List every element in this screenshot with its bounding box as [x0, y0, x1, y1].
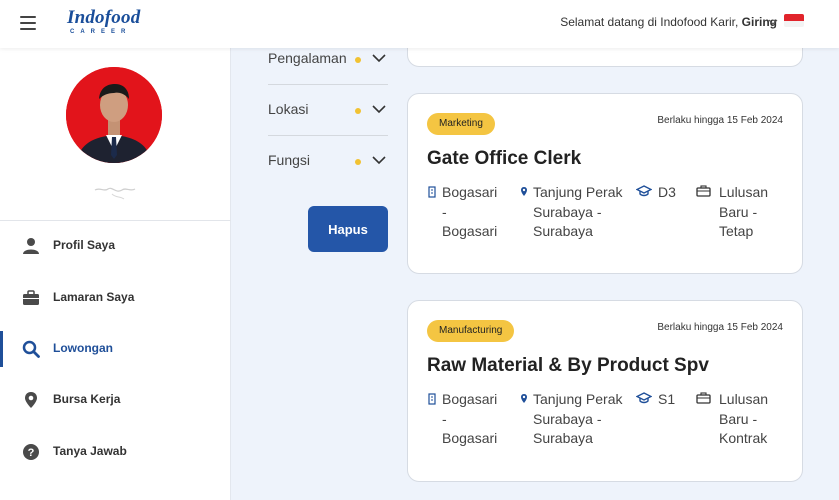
sidebar-item-label: Lowongan [53, 341, 113, 355]
chevron-down-icon [372, 156, 386, 165]
username-signature-image [94, 187, 136, 200]
filter-label: Fungsi [268, 152, 311, 168]
employment-type-line: Baru - [719, 410, 758, 427]
company-line: Bogasari [442, 184, 498, 200]
company-line: Bogasari [442, 430, 498, 446]
logo-sub-text: CAREER [70, 29, 132, 35]
location-pin-icon [521, 394, 527, 403]
sidebar-item-tanya-jawab[interactable]: ? Tanya Jawab [0, 432, 231, 472]
company-line: - [442, 410, 447, 427]
chevron-down-icon [372, 54, 386, 63]
company-line: Bogasari [442, 391, 498, 407]
welcome-message: Selamat datang di Indofood Karir, Giring [560, 15, 777, 29]
employment-type-line: Baru - [719, 203, 758, 220]
briefcase-icon [696, 185, 711, 197]
top-navbar: Indofood CAREER Selamat datang di Indofo… [0, 0, 839, 48]
sidebar-item-lamaran-saya[interactable]: Lamaran Saya [0, 278, 231, 318]
chevron-down-icon [372, 105, 386, 114]
deadline-text: Berlaku hingga 15 Feb 2024 [657, 322, 783, 333]
briefcase-icon [696, 392, 711, 404]
svg-text:?: ? [28, 447, 35, 459]
job-card[interactable]: Manufacturing Berlaku hingga 15 Feb 2024… [407, 300, 803, 482]
employment-type-line: Tetap [719, 223, 754, 239]
sidebar-divider [0, 220, 231, 221]
job-card[interactable]: Marketing Berlaku hingga 15 Feb 2024 Gat… [407, 93, 803, 274]
filter-indicator-dot [355, 159, 361, 165]
filter-label: Lokasi [268, 101, 309, 117]
location-pin-icon [25, 392, 37, 408]
building-icon [428, 393, 436, 405]
location-line: Tanjung Perak [533, 391, 623, 407]
question-icon: ? [23, 444, 39, 460]
company-line: - [442, 203, 447, 220]
location-line: Surabaya [533, 430, 593, 446]
filter-fungsi[interactable]: Fungsi [268, 137, 388, 187]
user-menu-chevron-down-icon[interactable] [768, 17, 778, 27]
category-badge: Marketing [427, 113, 495, 135]
employment-type-line: Kontrak [719, 430, 768, 446]
sidebar-item-profil-saya[interactable]: Profil Saya [0, 226, 231, 266]
graduation-cap-icon [636, 392, 652, 404]
filter-indicator-dot [355, 57, 361, 63]
education-text: S1 [658, 391, 676, 407]
hamburger-menu-icon[interactable] [20, 16, 36, 30]
sidebar-item-label: Lamaran Saya [53, 290, 135, 304]
indofood-career-logo[interactable]: Indofood CAREER [67, 8, 140, 36]
sidebar: Profil Saya Lamaran Saya Lowongan Bursa … [0, 48, 231, 500]
deadline-text: Berlaku hingga 15 Feb 2024 [657, 115, 783, 126]
job-title[interactable]: Gate Office Clerk [427, 148, 581, 170]
location-line: Surabaya - [533, 203, 602, 220]
location-pin-icon [521, 187, 527, 196]
search-icon [22, 340, 40, 358]
person-icon [23, 238, 39, 254]
welcome-prefix: Selamat datang di Indofood Karir, [560, 15, 739, 29]
logo-main-text: Indofood [67, 7, 141, 28]
location-line: Surabaya [533, 223, 593, 239]
building-icon [428, 186, 436, 198]
filter-indicator-dot [355, 108, 361, 114]
filter-label: Pengalaman [268, 50, 347, 66]
graduation-cap-icon [636, 185, 652, 197]
employment-type-line: Lulusan [719, 184, 769, 200]
briefcase-icon [23, 290, 39, 305]
job-title[interactable]: Raw Material & By Product Spv [427, 355, 709, 377]
sidebar-item-label: Tanya Jawab [53, 444, 127, 458]
clear-filter-button[interactable]: Hapus [308, 206, 388, 252]
sidebar-item-label: Bursa Kerja [53, 392, 121, 406]
location-line: Surabaya - [533, 410, 602, 427]
education-text: D3 [658, 184, 676, 200]
sidebar-item-lowongan[interactable]: Lowongan [0, 329, 231, 369]
avatar[interactable] [66, 67, 162, 163]
location-line: Tanjung Perak [533, 184, 623, 200]
company-line: Bogasari [442, 223, 498, 239]
sidebar-item-bursa-kerja[interactable]: Bursa Kerja [0, 380, 231, 420]
language-flag-icon[interactable] [784, 14, 804, 27]
sidebar-item-label: Profil Saya [53, 238, 116, 252]
filter-lokasi[interactable]: Lokasi [268, 86, 388, 136]
category-badge: Manufacturing [427, 320, 515, 342]
employment-type-line: Lulusan [719, 391, 769, 407]
